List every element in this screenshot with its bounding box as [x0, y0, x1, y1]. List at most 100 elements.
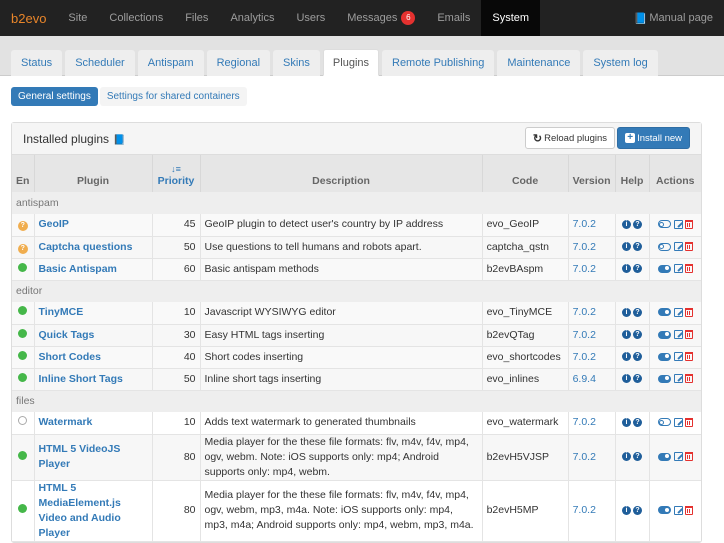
- book-icon[interactable]: 📘: [113, 135, 125, 146]
- priority-cell[interactable]: 80: [152, 480, 201, 542]
- edit-icon[interactable]: [673, 374, 683, 384]
- priority-cell[interactable]: 45: [152, 214, 201, 237]
- col-plugin[interactable]: Plugin: [34, 155, 153, 192]
- col-description[interactable]: Description: [200, 155, 483, 192]
- enabled-status-icon[interactable]: [18, 504, 28, 513]
- info-icon[interactable]: i: [622, 219, 631, 229]
- toggle-on-icon[interactable]: [657, 506, 671, 515]
- install-new-button[interactable]: + Install new: [617, 127, 690, 149]
- plugin-name-link[interactable]: Inline Short Tags: [39, 373, 123, 385]
- tab-skins[interactable]: Skins: [273, 50, 320, 76]
- nav-item-site[interactable]: Site: [57, 0, 98, 36]
- priority-cell[interactable]: 80: [152, 434, 201, 481]
- nav-item-files[interactable]: Files: [174, 0, 219, 36]
- help-icon[interactable]: ?: [633, 330, 642, 340]
- col-priority[interactable]: ↓≡ Priority: [152, 155, 201, 192]
- help-icon[interactable]: ?: [633, 452, 642, 462]
- priority-cell[interactable]: 60: [152, 258, 201, 281]
- plugin-name-link[interactable]: Watermark: [39, 416, 93, 428]
- priority-cell[interactable]: 50: [152, 236, 201, 259]
- enabled-status-icon[interactable]: [18, 350, 28, 360]
- subtab-settings-for-shared-containers[interactable]: Settings for shared containers: [99, 87, 247, 106]
- delete-icon[interactable]: [684, 352, 693, 362]
- warning-status-icon[interactable]: ?: [17, 243, 28, 254]
- version-link[interactable]: 7.0.2: [568, 412, 616, 435]
- plugin-name-link[interactable]: Basic Antispam: [39, 263, 117, 275]
- version-link[interactable]: 7.0.2: [568, 346, 616, 369]
- priority-cell[interactable]: 30: [152, 324, 201, 347]
- disabled-status-icon[interactable]: [18, 416, 28, 426]
- version-link[interactable]: 7.0.2: [568, 324, 616, 347]
- col-code[interactable]: Code: [482, 155, 569, 192]
- edit-icon[interactable]: [673, 417, 683, 427]
- toggle-off-icon[interactable]: [657, 242, 671, 251]
- edit-icon[interactable]: [673, 452, 683, 462]
- edit-icon[interactable]: [673, 505, 683, 515]
- version-link[interactable]: 6.9.4: [568, 368, 616, 391]
- edit-icon[interactable]: [673, 352, 683, 362]
- toggle-on-icon[interactable]: [657, 352, 671, 361]
- priority-cell[interactable]: 50: [152, 368, 201, 391]
- help-icon[interactable]: ?: [633, 505, 642, 515]
- tab-regional[interactable]: Regional: [206, 50, 271, 76]
- nav-item-collections[interactable]: Collections: [98, 0, 174, 36]
- edit-icon[interactable]: [673, 307, 683, 317]
- version-link[interactable]: 7.0.2: [568, 214, 616, 237]
- brand-logo[interactable]: b2evo: [0, 0, 57, 36]
- info-icon[interactable]: i: [622, 352, 631, 362]
- plugin-name-link[interactable]: GeoIP: [39, 218, 69, 230]
- version-link[interactable]: 7.0.2: [568, 258, 616, 281]
- plugin-name-link[interactable]: TinyMCE: [39, 306, 84, 318]
- nav-item-emails[interactable]: Emails: [426, 0, 481, 36]
- warning-status-icon[interactable]: ?: [17, 221, 28, 232]
- help-icon[interactable]: ?: [633, 417, 642, 427]
- manual-page-link[interactable]: 📘 Manual page: [634, 0, 713, 36]
- reload-plugins-button[interactable]: ↻ Reload plugins: [524, 127, 615, 149]
- toggle-on-icon[interactable]: [657, 308, 671, 317]
- help-icon[interactable]: ?: [633, 264, 642, 274]
- toggle-off-icon[interactable]: [657, 418, 671, 427]
- info-icon[interactable]: i: [622, 417, 631, 427]
- info-icon[interactable]: i: [622, 307, 631, 317]
- priority-cell[interactable]: 40: [152, 346, 201, 369]
- help-icon[interactable]: ?: [633, 307, 642, 317]
- plugin-name-link[interactable]: HTML 5 MediaElement.js Video and Audio P…: [39, 482, 121, 539]
- help-icon[interactable]: ?: [633, 352, 642, 362]
- tab-plugins[interactable]: Plugins: [322, 49, 379, 76]
- delete-icon[interactable]: [684, 219, 693, 229]
- edit-icon[interactable]: [673, 242, 683, 252]
- version-link[interactable]: 7.0.2: [568, 236, 616, 259]
- tab-status[interactable]: Status: [11, 50, 63, 76]
- edit-icon[interactable]: [673, 330, 683, 340]
- delete-icon[interactable]: [684, 330, 693, 340]
- toggle-on-icon[interactable]: [657, 374, 671, 383]
- info-icon[interactable]: i: [622, 264, 631, 274]
- version-link[interactable]: 7.0.2: [568, 302, 616, 325]
- enabled-status-icon[interactable]: [18, 306, 28, 316]
- delete-icon[interactable]: [684, 505, 693, 515]
- help-icon[interactable]: ?: [633, 219, 642, 229]
- plugin-name-link[interactable]: Captcha questions: [39, 241, 133, 253]
- enabled-status-icon[interactable]: [18, 262, 28, 272]
- edit-icon[interactable]: [673, 219, 683, 229]
- enabled-status-icon[interactable]: [18, 328, 28, 338]
- plugin-name-link[interactable]: Quick Tags: [39, 329, 95, 341]
- enabled-status-icon[interactable]: [18, 372, 28, 382]
- tab-remote-publishing[interactable]: Remote Publishing: [382, 50, 495, 76]
- toggle-off-icon[interactable]: [657, 220, 671, 229]
- info-icon[interactable]: i: [622, 242, 631, 252]
- nav-item-users[interactable]: Users: [285, 0, 336, 36]
- delete-icon[interactable]: [684, 417, 693, 427]
- tab-maintenance[interactable]: Maintenance: [497, 50, 581, 76]
- tab-scheduler[interactable]: Scheduler: [65, 50, 135, 76]
- nav-item-messages[interactable]: Messages 6: [336, 0, 426, 36]
- priority-cell[interactable]: 10: [152, 412, 201, 435]
- nav-item-system[interactable]: System: [481, 0, 541, 36]
- info-icon[interactable]: i: [622, 330, 631, 340]
- plugin-name-link[interactable]: HTML 5 VideoJS Player: [39, 443, 121, 470]
- delete-icon[interactable]: [684, 307, 693, 317]
- priority-cell[interactable]: 10: [152, 302, 201, 325]
- tab-antispam[interactable]: Antispam: [137, 50, 204, 76]
- col-version[interactable]: Version: [568, 155, 616, 192]
- nav-item-analytics[interactable]: Analytics: [219, 0, 285, 36]
